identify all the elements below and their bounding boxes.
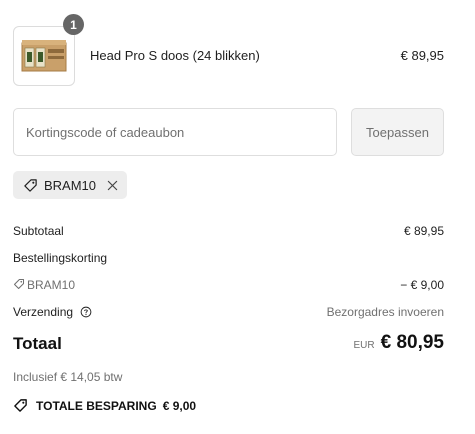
help-circle-icon[interactable] [80, 306, 92, 318]
shipping-value: Bezorgadres invoeren [326, 305, 444, 319]
discount-code-input[interactable] [13, 108, 337, 156]
product-name: Head Pro S doos (24 blikken) [90, 48, 260, 63]
subtotal-label: Subtotaal [13, 224, 64, 238]
apply-discount-button[interactable]: Toepassen [351, 108, 444, 156]
cart-line-item: 1 Head Pro S doos (24 blikken) € 89,95 [13, 14, 444, 86]
discount-code-row: BRAM10 − € 9,00 [13, 278, 444, 292]
tag-icon [13, 278, 25, 290]
total-amount-group: EUR € 80,95 [353, 332, 444, 354]
discount-code-name: BRAM10 [27, 278, 76, 292]
total-amount: € 80,95 [380, 332, 444, 353]
quantity-badge: 1 [63, 14, 84, 35]
discount-amount: − € 9,00 [400, 278, 444, 292]
product-box-image [21, 40, 67, 72]
product-thumbnail: 1 [13, 14, 84, 86]
tax-note: Inclusief € 14,05 btw [13, 370, 123, 384]
total-label: Totaal [13, 334, 62, 353]
order-discount-row: Bestellingskorting [13, 251, 444, 265]
applied-discount-chip: BRAM10 [13, 171, 127, 199]
product-price: € 89,95 [400, 48, 444, 63]
currency-code: EUR [353, 340, 375, 351]
close-icon [107, 180, 117, 190]
tag-icon [24, 178, 37, 192]
savings-amount: € 9,00 [162, 398, 197, 413]
subtotal-row: Subtotaal € 89,95 [13, 224, 444, 238]
shipping-label: Verzending [13, 305, 74, 319]
shipping-row: Verzending Bezorgadres invoeren [13, 305, 444, 319]
savings-label: TOTALE BESPARING [36, 398, 157, 413]
subtotal-value: € 89,95 [403, 224, 444, 238]
applied-code-label: BRAM10 [44, 177, 97, 193]
tag-icon [14, 399, 27, 412]
total-savings: TOTALE BESPARING € 9,00 [13, 398, 196, 413]
remove-discount-button[interactable] [105, 178, 119, 192]
order-discount-label: Bestellingskorting [13, 251, 108, 265]
